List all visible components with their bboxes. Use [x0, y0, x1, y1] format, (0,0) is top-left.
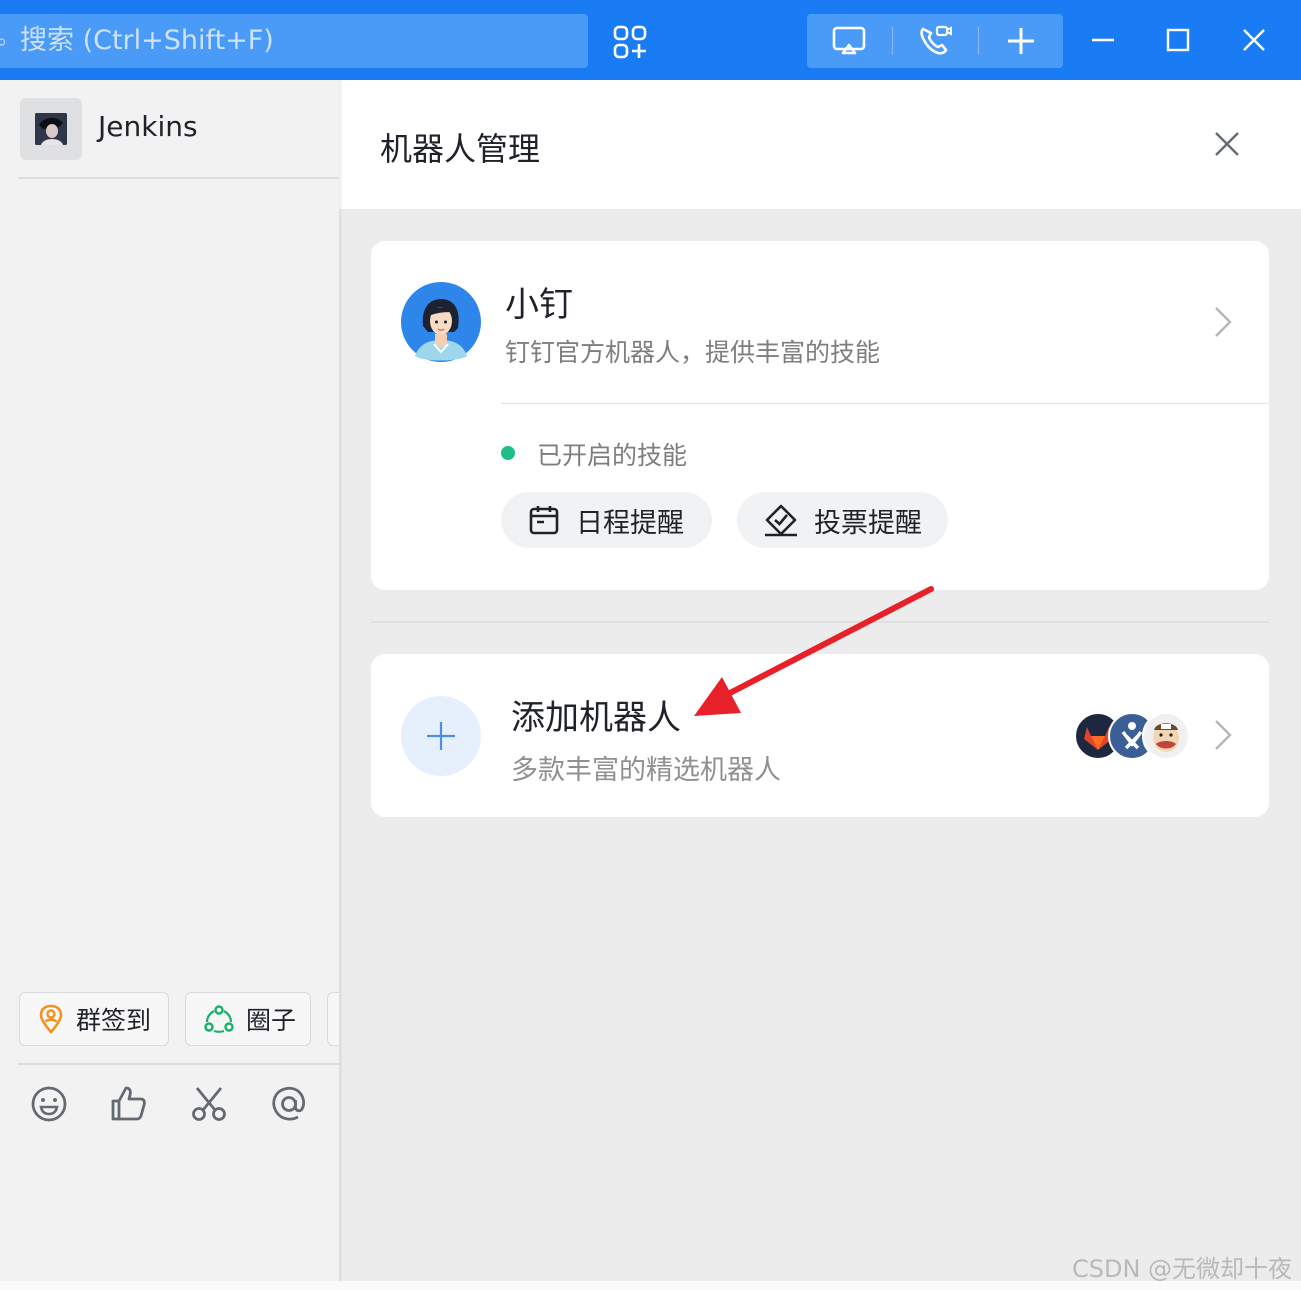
circle-button[interactable]: 圈子 — [185, 992, 311, 1046]
minimize-icon — [1092, 38, 1114, 42]
jenkins-icon — [1153, 723, 1179, 752]
at-icon[interactable] — [269, 1084, 309, 1124]
chat-pane: Jenkins 群签到 圈子 — [0, 80, 351, 1281]
panel-title: 机器人管理 — [380, 130, 541, 168]
screen-share-icon — [832, 26, 866, 55]
chat-header[interactable]: Jenkins — [0, 80, 339, 178]
skill-vote-reminder[interactable]: 投票提醒 — [737, 492, 948, 548]
vote-icon — [765, 504, 797, 537]
divider — [501, 403, 1269, 404]
bot-avatar — [401, 282, 481, 362]
screen-share-button[interactable] — [807, 14, 891, 68]
add-bot-title: 添加机器人 — [511, 698, 681, 738]
search-icon: ⌕ — [0, 29, 8, 53]
status-dot — [501, 446, 515, 460]
panel-header: 机器人管理 — [339, 80, 1301, 209]
avatar-picture — [35, 113, 67, 145]
avatar-image — [35, 113, 67, 145]
divider — [18, 1063, 339, 1065]
circle-group-icon — [204, 1005, 234, 1033]
calendar-icon — [529, 506, 559, 535]
close-icon[interactable] — [1211, 128, 1243, 160]
call-button[interactable] — [893, 14, 977, 68]
jenkins-logo — [1142, 712, 1190, 760]
close-icon — [1243, 29, 1265, 51]
apps-icon[interactable] — [612, 24, 648, 60]
bot-name: 小钉 — [505, 285, 573, 325]
skill-label: 投票提醒 — [814, 507, 922, 539]
divider — [371, 621, 1269, 623]
minimize-button[interactable] — [1083, 20, 1123, 60]
search-input[interactable]: ⌕ 搜索 (Ctrl+Shift+F) — [0, 14, 588, 68]
chat-title: Jenkins — [98, 110, 198, 143]
plus-icon — [1008, 28, 1034, 54]
circle-label: 圈子 — [246, 1006, 297, 1035]
official-bot-card[interactable]: 小钉 钉钉官方机器人，提供丰富的技能 已开启的技能 日程提醒 投票提醒 — [371, 241, 1269, 590]
title-bar: ⌕ 搜索 (Ctrl+Shift+F) — [0, 0, 1301, 80]
add-bot-circle — [401, 696, 481, 776]
plus-icon — [427, 722, 455, 750]
watermark: CSDN @无微却十夜 — [1072, 1255, 1293, 1283]
group-checkin-button[interactable]: 群签到 — [19, 992, 169, 1046]
chevron-right-icon[interactable] — [1211, 717, 1235, 753]
maximize-button[interactable] — [1158, 20, 1198, 60]
add-bot-description: 多款丰富的精选机器人 — [511, 755, 781, 786]
divider — [18, 177, 339, 179]
emoji-icon[interactable] — [29, 1084, 69, 1124]
skill-schedule-reminder[interactable]: 日程提醒 — [501, 492, 712, 548]
maximize-icon — [1166, 28, 1190, 52]
toolbar-group — [807, 14, 1063, 68]
group-checkin-label: 群签到 — [76, 1006, 152, 1035]
thumbs-up-icon[interactable] — [109, 1084, 149, 1124]
avatar — [20, 98, 82, 160]
skill-label: 日程提醒 — [576, 507, 684, 539]
close-window-button[interactable] — [1234, 20, 1274, 60]
bot-description: 钉钉官方机器人，提供丰富的技能 — [505, 338, 881, 367]
add-button[interactable] — [979, 14, 1063, 68]
panel-shadow — [339, 80, 343, 1281]
scissors-icon[interactable] — [189, 1084, 229, 1124]
chevron-right-icon[interactable] — [1211, 304, 1235, 340]
skills-label: 已开启的技能 — [537, 441, 688, 470]
add-bot-card[interactable]: 添加机器人 多款丰富的精选机器人 — [371, 654, 1269, 817]
search-placeholder: 搜索 (Ctrl+Shift+F) — [20, 25, 274, 56]
phone-video-icon — [920, 25, 952, 55]
location-pin-icon — [39, 1004, 63, 1034]
robot-management-panel: 机器人管理 小钉 钉钉官方机器人，提供丰富的技能 已开启的技能 日程提醒 投票提… — [339, 80, 1301, 1281]
